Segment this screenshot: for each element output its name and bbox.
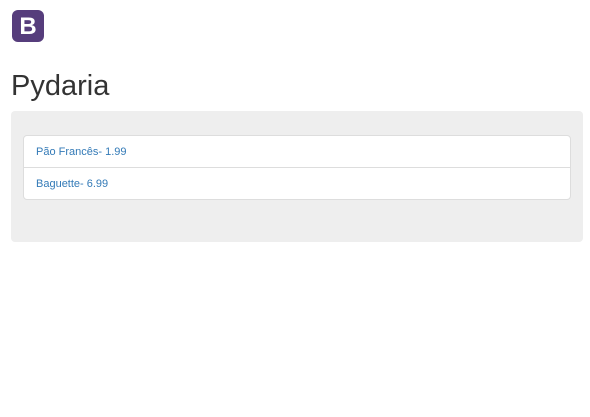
logo-letter: B [19, 12, 37, 40]
product-panel: Pão Francês- 1.99 Baguette- 6.99 [11, 111, 583, 242]
product-link-baguette[interactable]: Baguette- 6.99 [36, 178, 108, 190]
page: B Pydaria Pão Francês- 1.99 Baguette- 6.… [0, 0, 590, 417]
bootstrap-logo-icon[interactable]: B [12, 10, 44, 42]
list-item: Pão Francês- 1.99 [23, 135, 571, 168]
product-list: Pão Francês- 1.99 Baguette- 6.99 [23, 135, 571, 200]
list-item: Baguette- 6.99 [23, 167, 571, 200]
page-title: Pydaria [11, 70, 110, 102]
product-link-pao-frances[interactable]: Pão Francês- 1.99 [36, 146, 127, 158]
